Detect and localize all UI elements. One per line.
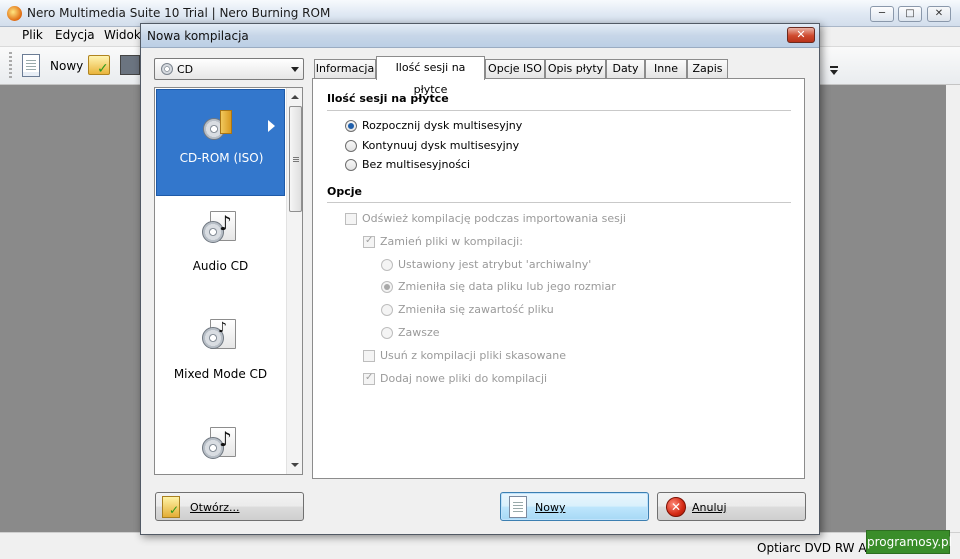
radio-button[interactable]	[381, 327, 393, 339]
cancel-button-label: Anuluj	[692, 501, 727, 514]
tab-zapis[interactable]: Zapis	[687, 59, 728, 79]
section-divider	[327, 202, 791, 203]
maximize-button[interactable]: □	[898, 6, 922, 22]
compilation-type-label: Audio CD	[192, 259, 249, 273]
option-label: Zamień pliki w kompilacji:	[380, 235, 523, 248]
radio-button[interactable]	[345, 120, 357, 132]
menu-edycja[interactable]: Edycja	[55, 28, 95, 42]
list-scrollbar[interactable]	[286, 88, 302, 474]
options-section-title: Opcje	[327, 185, 362, 198]
selection-arrow-icon	[268, 120, 275, 132]
option-label: Kontynuuj dysk multisesyjny	[362, 139, 520, 152]
option-label: Dodaj nowe pliki do kompilacji	[380, 372, 548, 385]
checkbox[interactable]	[363, 350, 375, 362]
option-label: Bez multisesyjności	[362, 158, 471, 171]
open-folder-icon	[162, 496, 180, 518]
radio-button[interactable]	[345, 159, 357, 171]
option-label: Ustawiony jest atrybut 'archiwalny'	[398, 258, 592, 271]
toolbar-overflow-icon[interactable]	[826, 61, 842, 79]
close-button[interactable]: ✕	[927, 6, 951, 22]
watermark-badge: programosy.pl	[866, 530, 952, 554]
list-item-cd-rom-iso[interactable]: CD-ROM (ISO)	[156, 89, 285, 196]
option-label: Zmieniła się data pliku lub jego rozmiar	[398, 280, 616, 293]
scroll-down-icon[interactable]	[291, 463, 299, 467]
open-folder-icon[interactable]	[88, 55, 110, 77]
option-label: Zawsze	[398, 326, 440, 339]
menu-plik[interactable]: Plik	[22, 28, 43, 42]
tab-ilosc-sesji[interactable]: Ilość sesji na płytce	[376, 56, 485, 96]
new-compilation-dialog: Nowa kompilacja ✕ CD CD-ROM (ISO) ♪ Audi…	[140, 23, 820, 535]
checkbox[interactable]	[363, 235, 375, 248]
radio-button[interactable]	[381, 259, 393, 271]
chevron-down-icon	[291, 67, 299, 72]
new-button-label: Nowy	[535, 501, 566, 514]
save-icon[interactable]	[120, 55, 140, 75]
new-document-icon[interactable]	[22, 54, 40, 77]
session-tab-panel: Ilość sesji na płytce Rozpocznij dysk mu…	[312, 78, 805, 479]
music-note-icon: ♪	[219, 211, 232, 235]
section-divider	[327, 110, 791, 111]
compilation-type-label: Mixed Mode CD	[173, 367, 268, 381]
tab-opis-plyty[interactable]: Opis płyty	[545, 59, 606, 79]
tab-inne[interactable]: Inne	[645, 59, 687, 79]
scroll-up-icon[interactable]	[291, 95, 299, 99]
list-item-audio-cd-2[interactable]: ♪	[156, 413, 285, 474]
disc-type-select[interactable]: CD	[154, 58, 304, 80]
radio-button[interactable]	[381, 281, 393, 293]
option-label: Usuń z kompilacji pliki skasowane	[380, 349, 567, 362]
scroll-thumb[interactable]	[289, 106, 302, 212]
disc-type-value: CD	[177, 63, 194, 76]
radio-button[interactable]	[381, 304, 393, 316]
nero-app-icon	[7, 6, 22, 21]
compilation-type-label: CD-ROM (ISO)	[179, 151, 264, 165]
cancel-icon: ✕	[666, 497, 686, 517]
dialog-close-button[interactable]: ✕	[787, 27, 815, 43]
list-item-mixed-mode-cd[interactable]: ♪ Mixed Mode CD	[156, 305, 285, 412]
option-label: Zmieniła się zawartość pliku	[398, 303, 554, 316]
dialog-title: Nowa kompilacja	[147, 29, 249, 43]
checkbox[interactable]	[345, 213, 357, 225]
drive-status: Optiarc DVD RW AD	[757, 541, 876, 555]
tab-informacja[interactable]: Informacja	[314, 59, 376, 79]
disc-icon	[161, 63, 173, 75]
option-label: Odśwież kompilację podczas importowania …	[362, 212, 626, 225]
music-note-icon: ♪	[219, 427, 232, 451]
checkbox[interactable]	[363, 372, 375, 385]
tab-daty[interactable]: Daty	[606, 59, 645, 79]
tab-opcje-iso[interactable]: Opcje ISO	[485, 59, 545, 79]
new-document-icon	[509, 496, 527, 518]
menu-widok[interactable]: Widok	[104, 28, 141, 42]
list-item-audio-cd[interactable]: ♪ Audio CD	[156, 197, 285, 304]
status-bar: Optiarc DVD RW AD	[0, 532, 960, 559]
new-button[interactable]: Nowy	[500, 492, 649, 521]
music-note-icon: ♪	[218, 320, 227, 336]
cancel-button[interactable]: ✕ Anuluj	[657, 492, 806, 521]
minimize-button[interactable]: ─	[870, 6, 894, 22]
toolbar-grip[interactable]	[9, 52, 12, 80]
open-button[interactable]: Otwórz...	[155, 492, 304, 521]
radio-button[interactable]	[345, 140, 357, 152]
toolbar-new-label[interactable]: Nowy	[50, 59, 83, 73]
option-label: Rozpocznij dysk multisesyjny	[362, 119, 523, 132]
open-button-label: Otwórz...	[190, 501, 240, 514]
right-gutter	[946, 85, 960, 532]
dialog-title-bar: Nowa kompilacja ✕	[141, 24, 819, 48]
folder-icon	[220, 110, 232, 134]
main-window-title: Nero Multimedia Suite 10 Trial | Nero Bu…	[27, 6, 331, 20]
compilation-type-list[interactable]: CD-ROM (ISO) ♪ Audio CD ♪ Mixed Mode CD …	[154, 87, 303, 475]
